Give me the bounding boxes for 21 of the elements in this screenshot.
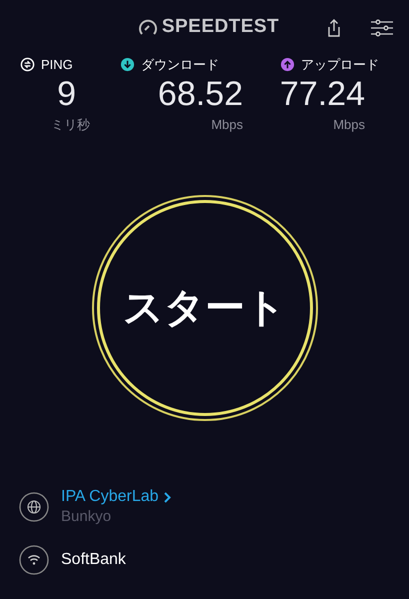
wifi-icon — [19, 545, 49, 575]
gauge-icon — [138, 18, 158, 36]
network-provider: SoftBank — [61, 550, 126, 570]
metric-label: PING — [41, 56, 73, 74]
app-logo: SPEEDTEST — [162, 15, 280, 40]
start-button[interactable]: スタート — [92, 195, 318, 421]
metric-unit: ミリ秒 — [51, 116, 90, 134]
server-link[interactable]: IPA CyberLab — [61, 487, 159, 507]
upload-icon — [280, 57, 295, 72]
ping-icon — [20, 57, 35, 72]
metric-value: 68.52 — [158, 74, 243, 112]
server-location: Bunkyo — [61, 507, 112, 527]
metric-unit: Mbps — [211, 116, 243, 134]
metric-value: 9 — [57, 74, 76, 112]
metric-unit: Mbps — [333, 116, 365, 134]
download-icon — [120, 57, 135, 72]
metric-label: アップロード — [301, 56, 379, 74]
metric-label: ダウンロード — [141, 56, 219, 74]
metric-value: 77.24 — [280, 74, 365, 112]
globe-icon — [19, 492, 49, 522]
chevron-right-icon — [164, 492, 171, 502]
